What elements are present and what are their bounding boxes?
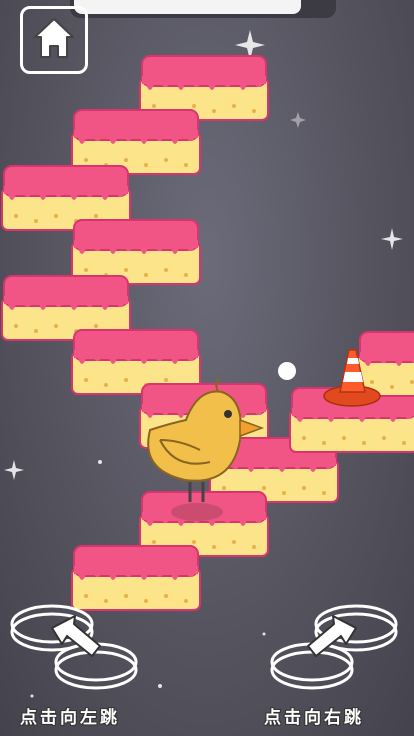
jump-left-hint: 点击向左跳 [20, 708, 120, 728]
jump-right-hint: 点击向右跳 [264, 708, 364, 728]
jump-right-button[interactable] [0, 0, 414, 736]
game-stage[interactable]: 点击向左跳 点击向右跳 [0, 0, 414, 736]
